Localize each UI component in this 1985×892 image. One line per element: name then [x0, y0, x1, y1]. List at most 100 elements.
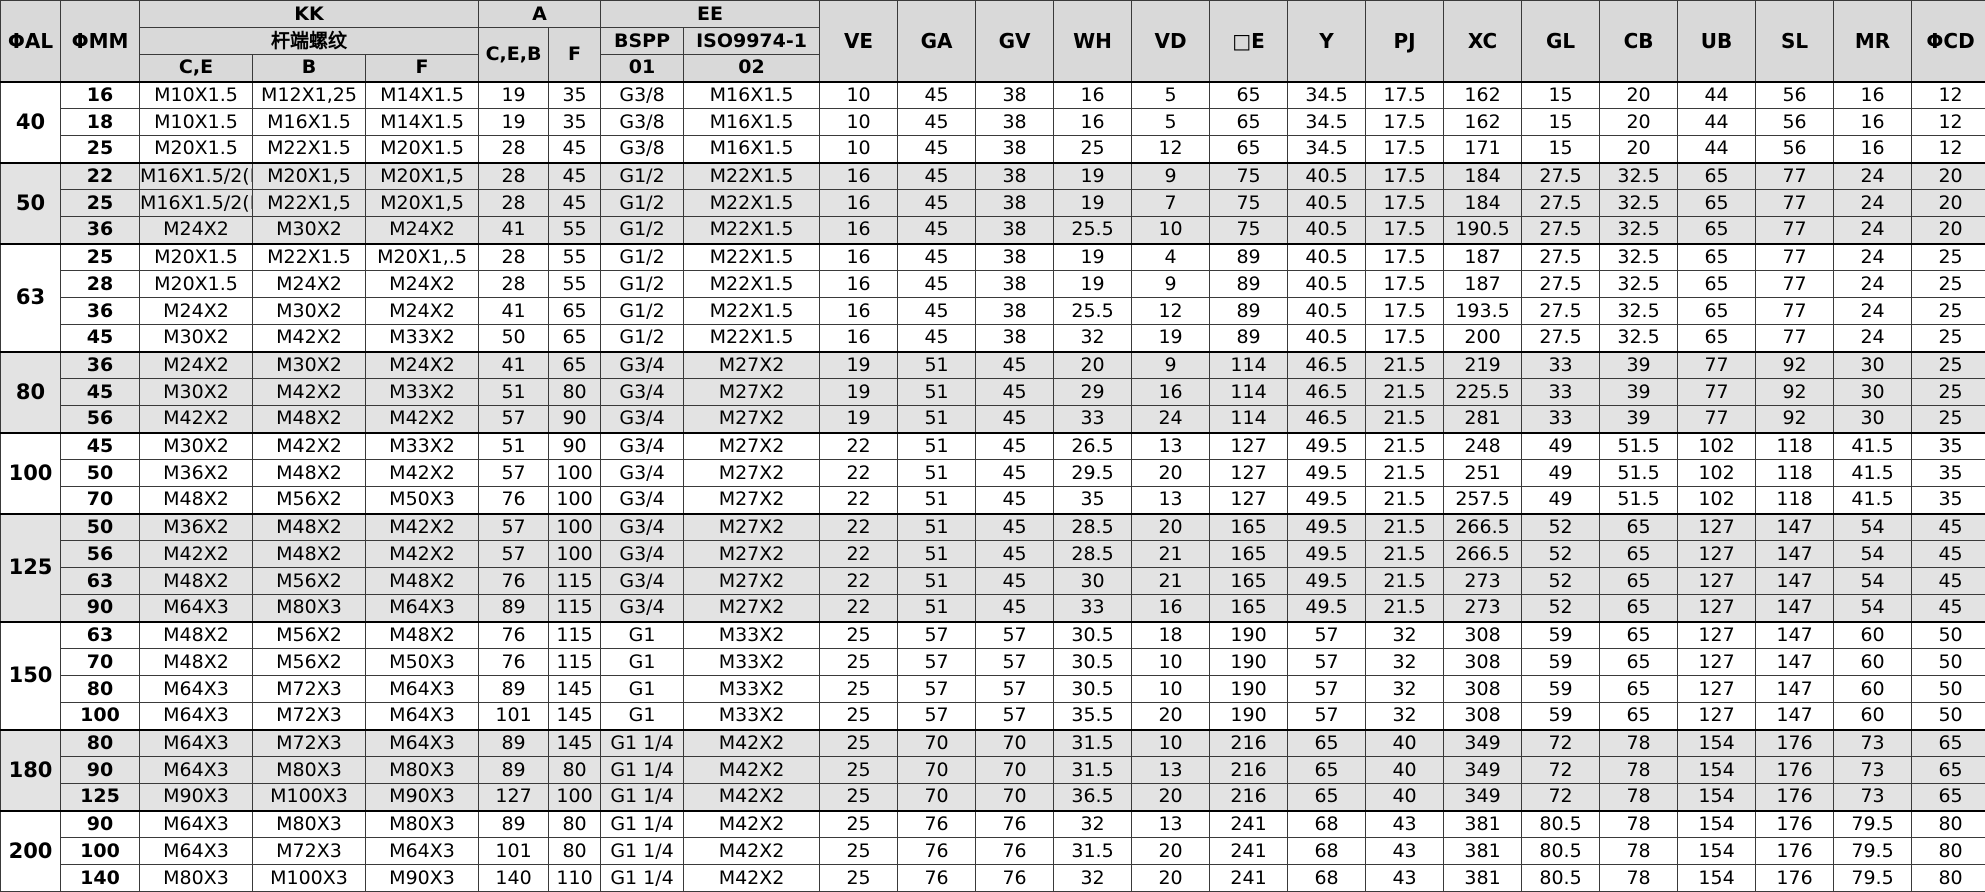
- table-cell: 21.5: [1365, 540, 1445, 568]
- table-cell: 68: [1287, 864, 1367, 892]
- table-cell: 79.5: [1833, 864, 1913, 892]
- table-row: 56 M42X2 M48X2 M42X2 57 100 G3/4 M27X2 22 51 45 28.…: [1, 540, 1985, 568]
- table-cell: M72X3: [252, 837, 366, 865]
- table-cell: 154: [1677, 728, 1757, 757]
- rod-mm-cell: 56: [60, 540, 140, 568]
- table-cell: M33X2: [683, 620, 821, 649]
- table-cell: 50: [1911, 702, 1985, 730]
- ee-bspp-header: BSPP: [600, 27, 685, 55]
- col-y-header: Y: [1287, 0, 1367, 82]
- table-cell: 22: [819, 567, 899, 595]
- table-cell: 75: [1209, 161, 1289, 190]
- table-cell: 25: [819, 837, 899, 865]
- table-cell: 176: [1755, 864, 1835, 892]
- table-cell: 20: [1911, 189, 1985, 217]
- table-cell: 70: [975, 728, 1055, 757]
- rod-mm-cell: 90: [60, 809, 140, 838]
- table-cell: 35: [548, 108, 602, 136]
- table-cell: 15: [1521, 80, 1601, 109]
- table-cell: 20: [1131, 837, 1211, 865]
- table-cell: 89: [1209, 324, 1289, 352]
- rod-mm-cell: 90: [60, 594, 140, 622]
- table-cell: M72X3: [252, 675, 366, 703]
- table-cell: 28: [478, 161, 550, 190]
- table-cell: 18: [1131, 620, 1211, 649]
- table-row: 125 50 M36X2 M48X2 M42X2 57 100 G3/4 M27X2 22 51 45…: [0, 512, 1985, 622]
- table-cell: G1 1/4: [600, 864, 685, 892]
- table-cell: 31.5: [1053, 728, 1133, 757]
- table-cell: 16: [1833, 80, 1913, 109]
- bore-al-cell: 100: [0, 431, 61, 514]
- table-cell: 80: [548, 756, 602, 784]
- table-cell: 32: [1053, 809, 1133, 838]
- table-cell: M20X1.5: [364, 135, 480, 163]
- table-cell: 34.5: [1287, 135, 1367, 163]
- table-cell: 25: [1911, 242, 1985, 271]
- table-cell: 30: [1833, 350, 1913, 379]
- table-cell: G3/4: [600, 350, 685, 379]
- table-cell: 49.5: [1287, 594, 1367, 622]
- table-cell: 78: [1599, 809, 1679, 838]
- table-cell: 60: [1833, 675, 1913, 703]
- table-cell: M90X3: [364, 864, 480, 892]
- table-cell: 70: [897, 728, 977, 757]
- table-cell: M80X3: [364, 809, 480, 838]
- rod-mm-cell: 80: [60, 728, 140, 757]
- table-cell: 89: [1209, 242, 1289, 271]
- table-cell: 38: [975, 242, 1055, 271]
- table-cell: 65: [1911, 728, 1985, 757]
- table-cell: 60: [1833, 648, 1913, 676]
- table-cell: 16: [1053, 108, 1133, 136]
- table-cell: 38: [975, 108, 1055, 136]
- table-cell: 51: [897, 486, 977, 514]
- table-cell: M24X2: [139, 350, 253, 379]
- table-cell: 25: [1911, 350, 1985, 379]
- table-cell: 118: [1755, 431, 1835, 460]
- table-cell: 29.5: [1053, 459, 1133, 487]
- table-cell: 45: [897, 270, 977, 298]
- table-cell: 92: [1755, 405, 1835, 433]
- table-cell: 154: [1677, 809, 1757, 838]
- rod-mm-cell: 25: [60, 242, 140, 271]
- table-cell: 77: [1755, 161, 1835, 190]
- table-cell: 89: [478, 675, 550, 703]
- table-cell: 49.5: [1287, 459, 1367, 487]
- table-cell: 31.5: [1053, 837, 1133, 865]
- table-cell: G3/8: [600, 80, 685, 109]
- table-cell: 34.5: [1287, 108, 1367, 136]
- table-cell: M27X2: [683, 431, 821, 460]
- table-cell: G1 1/4: [600, 756, 685, 784]
- table-cell: 27.5: [1521, 297, 1601, 325]
- table-cell: 115: [548, 594, 602, 622]
- dimension-table: ΦAL ΦMM KK A EE VE GA GV WH VD □E Y PJ X…: [0, 0, 1985, 892]
- table-cell: M48X2: [139, 486, 253, 514]
- table-cell: 45: [1911, 567, 1985, 595]
- table-cell: 78: [1599, 783, 1679, 811]
- table-cell: 49.5: [1287, 540, 1367, 568]
- table-cell: G1 1/4: [600, 783, 685, 811]
- table-cell: M42X2: [683, 756, 821, 784]
- table-cell: M64X3: [139, 675, 253, 703]
- table-cell: 77: [1755, 297, 1835, 325]
- table-cell: 154: [1677, 756, 1757, 784]
- table-cell: 9: [1131, 161, 1211, 190]
- table-cell: 54: [1833, 540, 1913, 568]
- table-cell: 20: [1131, 864, 1211, 892]
- table-row: 150 63 M48X2 M56X2 M48X2 76 115 G1 M33X2 25 57 57 30…: [0, 620, 1985, 730]
- table-cell: 40.5: [1287, 216, 1367, 244]
- table-cell: 114: [1209, 405, 1289, 433]
- table-cell: 52: [1521, 567, 1601, 595]
- table-header: ΦAL ΦMM KK A EE VE GA GV WH VD □E Y PJ X…: [0, 0, 1985, 82]
- table-cell: M27X2: [683, 594, 821, 622]
- table-cell: 39: [1599, 350, 1679, 379]
- table-cell: 30: [1833, 405, 1913, 433]
- table-cell: M80X3: [364, 756, 480, 784]
- rod-mm-cell: 125: [60, 783, 140, 811]
- table-cell: 52: [1521, 540, 1601, 568]
- table-cell: G1 1/4: [600, 728, 685, 757]
- table-cell: 20: [1131, 783, 1211, 811]
- table-cell: 45: [897, 135, 977, 163]
- table-cell: 25: [819, 809, 899, 838]
- table-cell: M27X2: [683, 567, 821, 595]
- table-cell: 25: [1911, 270, 1985, 298]
